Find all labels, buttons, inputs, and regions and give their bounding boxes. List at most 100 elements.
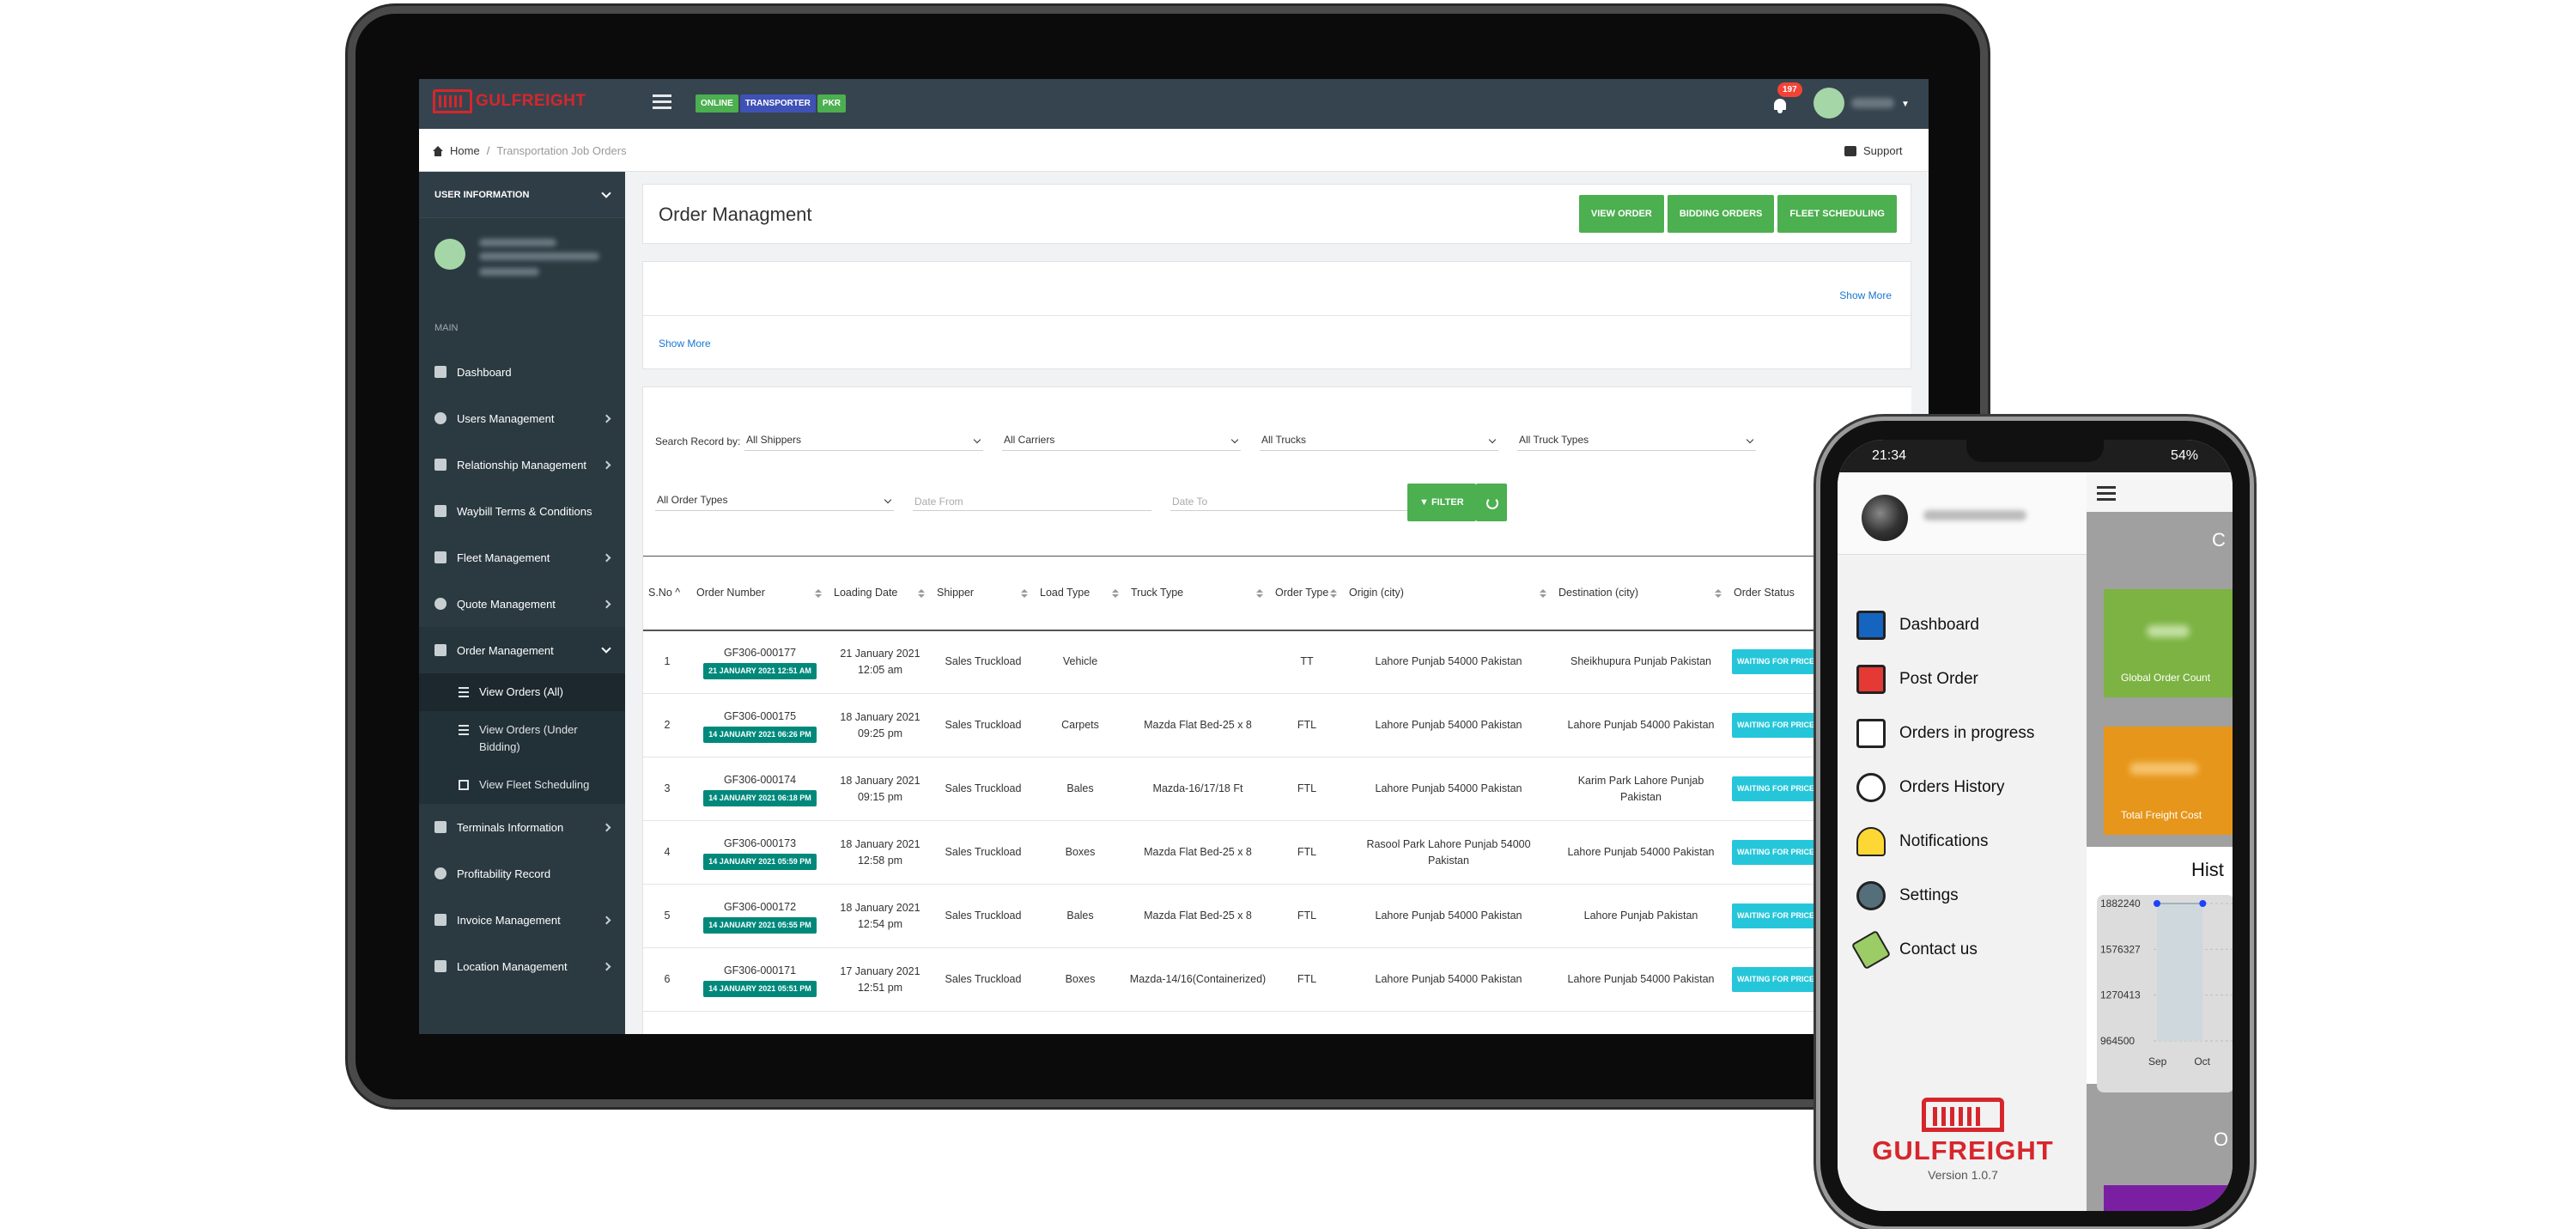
table-row[interactable]: GF306-00016916 April 2019 Pallets (643, 1011, 1911, 1034)
sidebar-item-profitability-record[interactable]: Profitability Record (419, 850, 625, 897)
date-to-input[interactable]: Date To (1170, 480, 1409, 511)
cell-origin: Lahore Punjab 54000 Pakistan (1344, 630, 1553, 694)
carrier-select[interactable]: All Carriers (1002, 420, 1241, 451)
refresh-icon[interactable] (1476, 484, 1507, 521)
status-badge[interactable]: WAITING FOR PRICE QU (1732, 840, 1834, 865)
drawer-item-orders-in-progress[interactable]: Orders in progress (1856, 706, 2034, 760)
cell-order-number[interactable]: GF306-000173 14 JANUARY 2021 05:59 PM (691, 820, 829, 885)
fleet-scheduling-button[interactable]: FLEET SCHEDULING (1777, 195, 1897, 233)
bidding-orders-button[interactable]: BIDDING ORDERS (1667, 195, 1775, 233)
sidebar-item-fleet-management[interactable]: Fleet Management (419, 534, 625, 581)
cell-destination (1553, 1011, 1728, 1034)
table-row[interactable]: 3 GF306-000174 14 JANUARY 2021 06:18 PM 18 … (643, 757, 1911, 821)
column-sno[interactable]: S.No ^ (643, 556, 691, 631)
cell-order-number[interactable]: GF306-000169 (691, 1011, 829, 1034)
column-load-type[interactable]: Load Type (1035, 556, 1126, 631)
column-order-number[interactable]: Order Number (691, 556, 829, 631)
truck-type-select[interactable]: All Truck Types (1517, 420, 1756, 451)
avatar[interactable] (1862, 495, 1908, 541)
drawer-item-contact-us[interactable]: Contact us (1850, 922, 2034, 977)
menu-icon[interactable] (2097, 486, 2116, 504)
users-icon (434, 412, 447, 424)
sidebar-item-terminals-information[interactable]: Terminals Information (419, 804, 625, 850)
filter-button[interactable]: ▼ FILTER (1407, 484, 1476, 521)
column-order-type[interactable]: Order Type (1270, 556, 1344, 631)
view-order-button[interactable]: VIEW ORDER (1578, 195, 1664, 233)
sidebar-subitem-view-orders-bidding[interactable]: View Orders (Under Bidding) (419, 711, 625, 766)
breadcrumb: Home / Transportation Job Orders (433, 144, 627, 157)
sidebar-item-label: Waybill Terms & Conditions (457, 504, 592, 518)
brand-logo[interactable]: GULFREIGHT (433, 89, 586, 113)
global-order-count-tile[interactable]: Global Order Count (2104, 589, 2233, 697)
menu-toggle-icon[interactable] (653, 94, 671, 110)
order-type-select-value: All Order Types (657, 494, 728, 506)
cell-destination: Lahore Punjab 54000 Pakistan (1553, 693, 1728, 757)
column-destination[interactable]: Destination (city) (1553, 556, 1728, 631)
clock-icon (1856, 772, 1886, 802)
cell-order-number[interactable]: GF306-000174 14 JANUARY 2021 06:18 PM (691, 757, 829, 821)
table-row[interactable]: 6 GF306-000171 14 JANUARY 2021 05:51 PM 17 … (643, 947, 1911, 1012)
sidebar-item-location-management[interactable]: Location Management (419, 943, 625, 989)
sidebar-item-dashboard[interactable]: Dashboard (419, 349, 625, 395)
cell-origin: Lahore Punjab 54000 Pakistan (1344, 693, 1553, 757)
drawer-item-dashboard[interactable]: Dashboard (1856, 598, 2034, 652)
purple-tile[interactable] (2104, 1185, 2233, 1211)
drawer-item-settings[interactable]: Settings (1856, 868, 2034, 922)
sidebar-item-waybill-terms[interactable]: Waybill Terms & Conditions (419, 488, 625, 534)
date-from-input[interactable]: Date From (913, 480, 1151, 511)
dollar-icon (434, 598, 447, 610)
status-badge[interactable]: WAITING FOR PRICE QU (1732, 649, 1834, 675)
sidebar-subitem-fleet-scheduling[interactable]: View Fleet Scheduling (419, 766, 625, 804)
cell-order-number[interactable]: GF306-000175 14 JANUARY 2021 06:26 PM (691, 693, 829, 757)
table-row[interactable]: 1 GF306-000177 21 JANUARY 2021 12:51 AM 21 … (643, 630, 1911, 694)
sidebar-item-users-management[interactable]: Users Management (419, 395, 625, 441)
cell-load-type: Bales (1035, 884, 1126, 948)
breadcrumb-home[interactable]: Home (450, 144, 480, 157)
column-loading-date[interactable]: Loading Date (829, 556, 932, 631)
data-point[interactable] (2199, 900, 2207, 907)
sidebar-item-relationship-management[interactable]: Relationship Management (419, 441, 625, 488)
status-badge[interactable]: WAITING FOR PRICE QU (1732, 776, 1834, 801)
table-row[interactable]: 2 GF306-000175 14 JANUARY 2021 06:26 PM 18 … (643, 693, 1911, 757)
user-name-blurred[interactable] (1851, 98, 1894, 108)
column-truck-type[interactable]: Truck Type (1126, 556, 1270, 631)
order-type-select[interactable]: All Order Types (655, 480, 894, 511)
status-badge[interactable]: WAITING FOR PRICE QU (1732, 967, 1834, 992)
sidebar-item-order-management[interactable]: Order Management (419, 627, 625, 673)
phone-notch (1966, 440, 2104, 462)
table-row[interactable]: 4 GF306-000173 14 JANUARY 2021 05:59 PM 18 … (643, 820, 1911, 885)
show-more-link[interactable]: Show More (659, 338, 711, 350)
brand-name: GULFREIGHT (1872, 1135, 2054, 1165)
cell-order-type: FTL (1270, 693, 1344, 757)
cell-order-number[interactable]: GF306-000177 21 JANUARY 2021 12:51 AM (691, 630, 829, 694)
table-row[interactable]: 5 GF306-000172 14 JANUARY 2021 05:55 PM 18 … (643, 884, 1911, 948)
chevron-down-icon[interactable]: ▼ (1901, 100, 1910, 109)
sidebar-subitem-view-orders-all[interactable]: View Orders (All) (419, 673, 625, 711)
drawer-item-notifications[interactable]: Notifications (1856, 814, 2034, 868)
truck-select-value: All Trucks (1261, 434, 1307, 446)
status-badge[interactable]: WAITING FOR PRICE QU (1732, 713, 1834, 738)
user-detail-blurred (479, 268, 539, 276)
support-link[interactable]: Support (1844, 144, 1903, 157)
cell-loading-date: 18 January 2021 09:15 pm (829, 757, 932, 821)
cell-order-type: TT (1270, 630, 1344, 694)
truck-select[interactable]: All Trucks (1260, 420, 1498, 451)
sidebar-item-invoice-management[interactable]: Invoice Management (419, 897, 625, 943)
shipper-select[interactable]: All Shippers (744, 420, 983, 451)
show-more-link[interactable]: Show More (1839, 289, 1892, 301)
sidebar-item-quote-management[interactable]: Quote Management (419, 581, 625, 627)
data-point[interactable] (2154, 900, 2160, 907)
status-badge[interactable]: WAITING FOR PRICE QU (1732, 903, 1834, 928)
total-freight-cost-tile[interactable]: Total Freight Cost (2104, 727, 2233, 835)
drawer-item-orders-history[interactable]: Orders History (1856, 760, 2034, 814)
cell-order-number[interactable]: GF306-000171 14 JANUARY 2021 05:51 PM (691, 947, 829, 1012)
avatar[interactable] (1814, 88, 1844, 119)
bell-icon[interactable] (1772, 94, 1788, 113)
drawer-item-post-order[interactable]: Post Order (1856, 652, 2034, 706)
column-origin[interactable]: Origin (city) (1344, 556, 1553, 631)
cell-order-number[interactable]: GF306-000172 14 JANUARY 2021 05:55 PM (691, 884, 829, 948)
column-shipper[interactable]: Shipper (932, 556, 1035, 631)
breadcrumb-separator: / (486, 144, 490, 157)
user-information-toggle[interactable]: USER INFORMATION (419, 172, 625, 218)
cell-loading-date: 18 January 2021 12:58 pm (829, 820, 932, 885)
